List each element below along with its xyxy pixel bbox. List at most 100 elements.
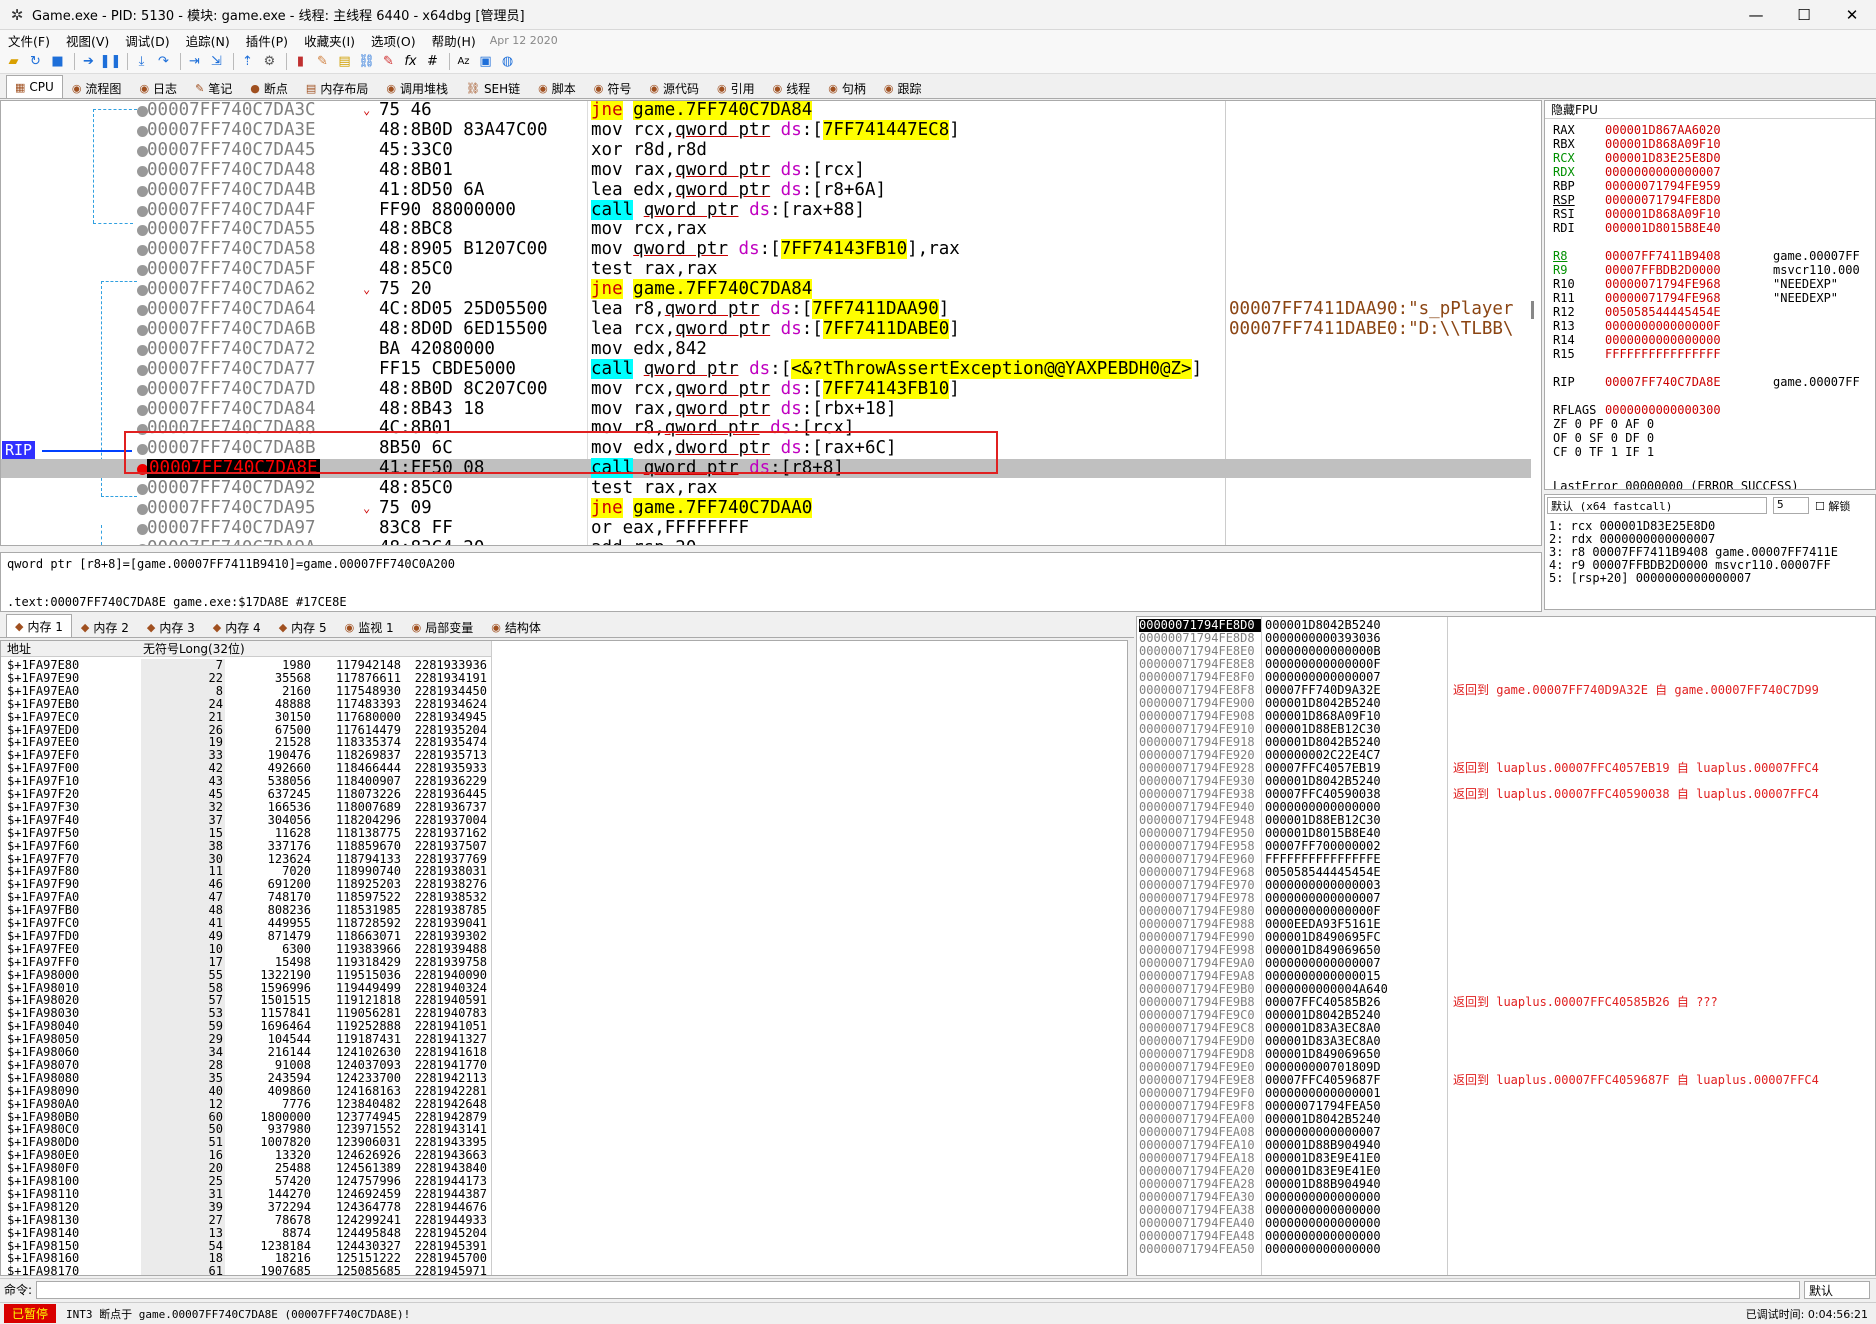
call-argument[interactable]: 4: r9 00007FFBDB2D0000 msvcr110.00007FF: [1549, 558, 1831, 572]
disasm-row[interactable]: 00007FF740C7DA3E 48:8B0D 83A47C00 mov rcx,…: [1, 119, 1531, 140]
register-value[interactable]: 00007FF740C7DA8E: [1605, 375, 1773, 389]
flags-row[interactable]: OF 0 SF 0 DF 0: [1553, 431, 1654, 445]
disasm-row[interactable]: 00007FF740C7DA64 4C:8D05 25D05500 lea r8,q…: [1, 299, 1531, 319]
hide-fpu-button[interactable]: 隐藏FPU: [1545, 101, 1875, 119]
run-to-user-code-icon[interactable]: ⚙: [260, 52, 279, 71]
flags-row[interactable]: ZF 0 PF 0 AF 0: [1553, 417, 1654, 431]
register-value[interactable]: 000000000000000F: [1605, 319, 1773, 333]
stack-row[interactable]: 00000071794FE948 000001D88EB12C30: [1137, 814, 1875, 827]
register-value[interactable]: 005058544445454E: [1605, 305, 1773, 319]
call-argument[interactable]: 5: [rsp+20] 0000000000000007: [1549, 571, 1751, 585]
tab-graph[interactable]: ◉ 流程图: [63, 77, 131, 98]
stack-row[interactable]: 00000071794FE8D8 0000000000393036: [1137, 632, 1875, 645]
unlock-checkbox[interactable]: ☐ 解锁: [1815, 498, 1850, 514]
bookmark-icon[interactable]: ⛓: [357, 52, 376, 71]
tab-source[interactable]: ◉ 源代码: [640, 77, 708, 98]
font-icon[interactable]: Az: [454, 52, 473, 71]
stack-row[interactable]: 00000071794FE970 0000000000000003: [1137, 879, 1875, 892]
dump-tab[interactable]: ◉ 局部变量: [403, 616, 483, 637]
register-row[interactable]: RDX 0000000000000007: [1553, 165, 1773, 179]
stack-row[interactable]: 00000071794FE998 000001D849069650: [1137, 944, 1875, 957]
trace-over-icon[interactable]: ⇲: [207, 52, 226, 71]
register-value[interactable]: 00000071794FE959: [1605, 179, 1773, 193]
register-row[interactable]: RBP 00000071794FE959: [1553, 179, 1773, 193]
stack-row[interactable]: 00000071794FE928 00007FFC4057EB19 返回到 luap…: [1137, 762, 1875, 775]
execute-till-return-icon[interactable]: ⇡: [238, 52, 257, 71]
disasm-row[interactable]: 00007FF740C7DA72 BA 42080000 mov edx,842: [1, 339, 1531, 359]
register-row[interactable]: RIP 00007FF740C7DA8E game.00007FF: [1553, 375, 1860, 389]
stack-row[interactable]: 00000071794FE8E8 000000000000000F: [1137, 658, 1875, 671]
register-value[interactable]: 0000000000000007: [1605, 165, 1773, 179]
tab-handle[interactable]: ◉ 句柄: [819, 77, 875, 98]
dump-tab[interactable]: ◆ 内存 5: [270, 616, 336, 637]
dump-tab[interactable]: ◆ 内存 3: [138, 616, 204, 637]
tab-breakpoint[interactable]: ● 断点: [241, 77, 297, 98]
disasm-row[interactable]: 00007FF740C7DA95 ⌄ 75 09 jne game.7FF740C7D…: [1, 498, 1531, 518]
stack-row[interactable]: 00000071794FE938 00007FFC40590038 返回到 luap…: [1137, 788, 1875, 801]
dump-header-address[interactable]: 地址: [1, 641, 139, 657]
register-row[interactable]: RCX 000001D83E25E8D0: [1553, 151, 1773, 165]
stack-row[interactable]: 00000071794FE958 00007FF700000002: [1137, 840, 1875, 853]
register-row[interactable]: RSI 000001D868A09F10: [1553, 207, 1773, 221]
menu-item[interactable]: 收藏夹(I): [296, 31, 363, 50]
tab-log[interactable]: ◉ 日志: [130, 77, 186, 98]
minimize-button[interactable]: —: [1732, 0, 1780, 30]
stack-row[interactable]: 00000071794FEA10 000001D88B904940: [1137, 1139, 1875, 1152]
tab-reference[interactable]: ◉ 引用: [708, 77, 764, 98]
stack-row[interactable]: 00000071794FE978 0000000000000007: [1137, 892, 1875, 905]
disasm-row[interactable]: 00007FF740C7DA84 48:8B43 18 mov rax,qword …: [1, 399, 1531, 419]
register-value[interactable]: 000001D83E25E8D0: [1605, 151, 1773, 165]
hash-icon[interactable]: #: [423, 52, 442, 71]
register-value[interactable]: 0000000000000000: [1605, 333, 1773, 347]
disasm-row[interactable]: 00007FF740C7DA92 48:85C0 test rax,rax: [1, 479, 1531, 498]
command-mode-select[interactable]: 默认: [1804, 1280, 1870, 1299]
command-input[interactable]: [36, 1280, 1800, 1299]
stack-row[interactable]: 00000071794FE960 FFFFFFFFFFFFFFFE: [1137, 853, 1875, 866]
dump-header-value[interactable]: 无符号Long(32位): [139, 641, 491, 657]
call-argument[interactable]: 2: rdx 0000000000000007: [1549, 532, 1715, 546]
stack-row[interactable]: 00000071794FEA20 000001D83E9E41E0: [1137, 1165, 1875, 1178]
stack-row[interactable]: 00000071794FEA08 0000000000000007: [1137, 1126, 1875, 1139]
disasm-row[interactable]: 00007FF740C7DA4F FF90 88000000 call qword …: [1, 199, 1531, 220]
menu-item[interactable]: 帮助(H): [424, 31, 484, 50]
dump-tab[interactable]: ◆ 内存 1: [6, 614, 72, 637]
disasm-row[interactable]: 00007FF740C7DA97 83C8 FF or eax,FFFFFFFF: [1, 518, 1531, 538]
disasm-row[interactable]: 00007FF740C7DA6B 48:8D0D 6ED15500 lea rcx,…: [1, 318, 1531, 339]
patch-icon[interactable]: ▣: [476, 52, 495, 71]
disasm-row[interactable]: 00007FF740C7DA77 FF15 CBDE5000 call qword …: [1, 358, 1531, 379]
register-row[interactable]: R14 0000000000000000: [1553, 333, 1773, 347]
register-value[interactable]: FFFFFFFFFFFFFFFF: [1605, 347, 1773, 361]
stack-row[interactable]: 00000071794FE9F0 0000000000000001: [1137, 1087, 1875, 1100]
call-argument[interactable]: 1: rcx 000001D83E25E8D0: [1549, 519, 1715, 533]
register-row[interactable]: R13 000000000000000F: [1553, 319, 1773, 333]
stack-row[interactable]: 00000071794FEA28 000001D88B904940: [1137, 1178, 1875, 1191]
register-value[interactable]: 00007FF7411B9408: [1605, 249, 1773, 263]
menu-item[interactable]: 文件(F): [0, 31, 58, 50]
restart-icon[interactable]: ↻: [26, 52, 45, 71]
dump-tab[interactable]: ◆ 内存 2: [72, 616, 138, 637]
register-value[interactable]: 000001D867AA6020: [1605, 123, 1773, 137]
disasm-row[interactable]: 00007FF740C7DA7D 48:8B0D 8C207C00 mov rcx,…: [1, 378, 1531, 399]
stack-row[interactable]: 00000071794FE988 0000EEDA93F5161E: [1137, 918, 1875, 931]
stack-row[interactable]: 00000071794FE900 000001D8042B5240: [1137, 697, 1875, 710]
globe-icon[interactable]: ◍: [498, 52, 517, 71]
menu-item[interactable]: 追踪(N): [178, 31, 238, 50]
stack-row[interactable]: 00000071794FEA30 0000000000000000: [1137, 1191, 1875, 1204]
stack-row[interactable]: 00000071794FE908 000001D868A09F10: [1137, 710, 1875, 723]
memory-dump[interactable]: 地址 无符号Long(32位) $+1FA97E80 7 1980 117942148…: [0, 640, 1128, 1276]
tab-trace[interactable]: ◉ 跟踪: [875, 77, 931, 98]
dump-tab[interactable]: ◆ 内存 4: [204, 616, 270, 637]
stack-row[interactable]: 00000071794FEA40 0000000000000000: [1137, 1217, 1875, 1230]
register-row[interactable]: R11 00000071794FE968 "NEEDEXP": [1553, 291, 1838, 305]
register-value[interactable]: 00000071794FE968: [1605, 291, 1773, 305]
tab-script[interactable]: ◉ 脚本: [529, 77, 585, 98]
function-icon[interactable]: ✎: [379, 52, 398, 71]
register-value[interactable]: 00000071794FE8D0: [1605, 193, 1773, 207]
disasm-row[interactable]: 00007FF740C7DA48 48:8B01 mov rax,qword ptr…: [1, 160, 1531, 180]
register-value[interactable]: 00007FFBDB2D0000: [1605, 263, 1773, 277]
pause-icon[interactable]: ❚❚: [100, 52, 122, 71]
tab-cpu[interactable]: ▦ CPU: [6, 75, 63, 98]
register-value[interactable]: 000001D868A09F10: [1605, 207, 1773, 221]
stack-row[interactable]: 00000071794FE990 000001D8490695FC: [1137, 931, 1875, 944]
tab-symbol[interactable]: ◉ 符号: [585, 77, 641, 98]
